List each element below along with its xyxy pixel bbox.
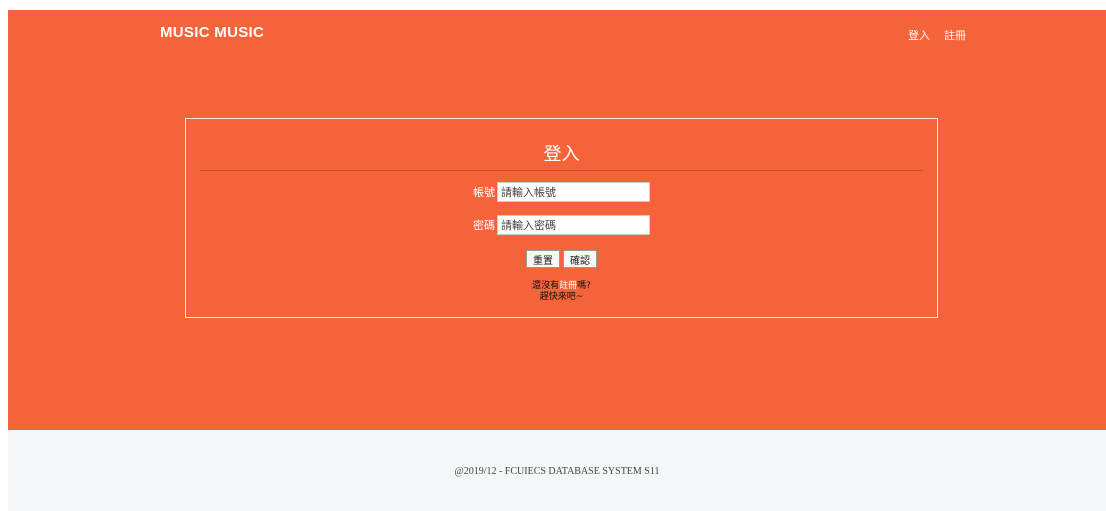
footer: @2019/12 - FCUIECS DATABASE SYSTEM S11 <box>8 430 1106 511</box>
password-row: 密碼 <box>186 215 937 235</box>
username-label: 帳號 <box>473 186 495 199</box>
hint-prefix: 還沒有 <box>532 281 560 291</box>
nav-login-link[interactable]: 登入 <box>908 27 930 43</box>
password-label: 密碼 <box>473 219 495 232</box>
register-hint-line2: 趕快來吧~ <box>539 292 584 302</box>
login-card: 登入 帳號 密碼 重置 確認 還沒有註冊嗎? 趕快來吧~ <box>185 118 938 318</box>
register-hint-line1: 還沒有註冊嗎? <box>186 281 937 292</box>
top-nav: 登入 註冊 <box>908 27 966 43</box>
submit-button[interactable]: 確認 <box>563 250 597 268</box>
form-actions: 重置 確認 <box>186 250 937 268</box>
password-input[interactable] <box>497 215 650 235</box>
hint-suffix: 嗎? <box>577 281 591 291</box>
copyright-text: @2019/12 - FCUIECS DATABASE SYSTEM S11 <box>454 466 660 477</box>
brand-logo[interactable]: MUSIC MUSIC <box>160 24 264 41</box>
username-row: 帳號 <box>186 182 937 202</box>
nav-register-link[interactable]: 註冊 <box>944 27 966 43</box>
register-link[interactable]: 註冊 <box>559 281 577 291</box>
title-divider <box>200 170 923 171</box>
reset-button[interactable]: 重置 <box>526 250 560 268</box>
hero-section: MUSIC MUSIC 登入 註冊 登入 帳號 密碼 重置 確認 還沒有註冊嗎?… <box>8 10 1106 430</box>
username-input[interactable] <box>497 182 650 202</box>
login-title: 登入 <box>543 144 580 165</box>
register-hint: 還沒有註冊嗎? 趕快來吧~ <box>186 281 937 303</box>
